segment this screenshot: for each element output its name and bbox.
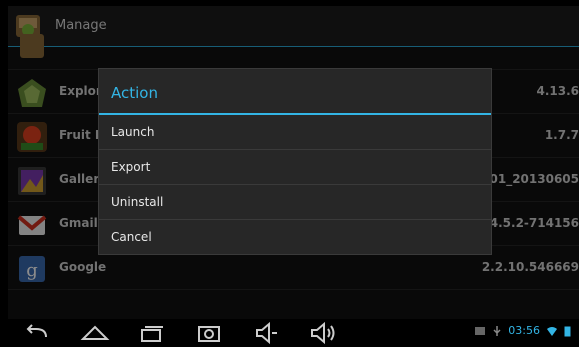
wifi-icon [547,326,557,336]
navigation-bar: 03:56 [8,319,579,347]
clock: 03:56 [508,324,540,337]
image-notification-icon [475,326,486,335]
dialog-title: Action [99,69,491,115]
export-option[interactable]: Export [99,150,491,185]
uninstall-option[interactable]: Uninstall [99,185,491,220]
usb-icon [493,325,501,336]
volume-down-icon[interactable] [252,321,282,345]
launch-option[interactable]: Launch [99,115,491,150]
screenshot-icon[interactable] [194,321,224,345]
back-icon[interactable] [22,321,52,345]
screen: Manage Explore 4.13.6 Fruit N 1.7.7 Gall… [8,6,579,347]
home-icon[interactable] [80,321,110,345]
volume-up-icon[interactable] [308,321,338,345]
battery-icon [564,326,571,336]
action-dialog: Action Launch Export Uninstall Cancel [98,68,492,255]
cancel-option[interactable]: Cancel [99,220,491,255]
status-area[interactable]: 03:56 [474,324,571,337]
recent-apps-icon[interactable] [136,321,166,345]
